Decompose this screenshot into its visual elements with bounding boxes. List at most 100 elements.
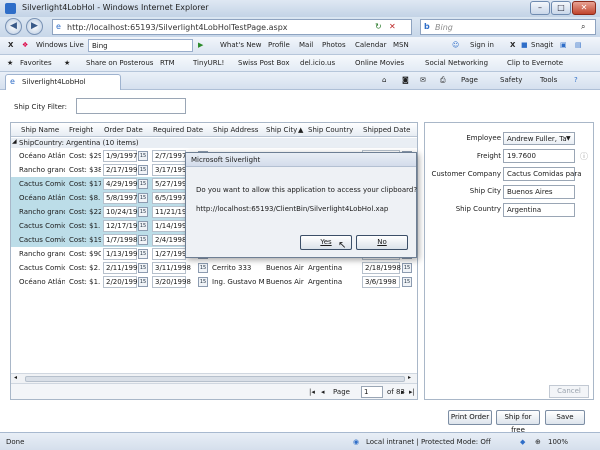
- required-date-picker[interactable]: 3/20/1998: [152, 276, 191, 288]
- table-row[interactable]: Océano Atlán Cost: $1. 2/20/1998 15 3/20/199…: [11, 275, 417, 289]
- page-menu[interactable]: Page: [461, 76, 478, 84]
- fav-share-posterous[interactable]: Share on Posterous: [86, 59, 153, 67]
- close-button[interactable]: ✕: [572, 1, 596, 15]
- calendar-icon[interactable]: 15: [138, 235, 148, 245]
- order-date-picker[interactable]: 1/9/1997: [103, 150, 137, 162]
- order-date-picker[interactable]: 1/7/1998: [103, 234, 137, 246]
- calendar-icon[interactable]: 15: [138, 221, 148, 231]
- snagit-capture-icon[interactable]: ▣: [560, 41, 567, 49]
- cell-freight[interactable]: Cost: $2.: [69, 264, 101, 272]
- home-icon[interactable]: ⌂: [382, 76, 386, 84]
- cell-ship-name[interactable]: Rancho granc: [19, 250, 65, 258]
- cell-ship-name[interactable]: Cactus Comic: [19, 180, 65, 188]
- favorites-button[interactable]: Favorites: [20, 59, 52, 67]
- required-date-picker[interactable]: 1/14/1998: [152, 220, 191, 232]
- table-row[interactable]: Cactus Comic Cost: $2. 2/11/1998 15 3/11/199…: [11, 261, 417, 275]
- snagit-close-icon[interactable]: X: [510, 41, 515, 49]
- group-header[interactable]: ◢ ShipCountry: Argentina (10 items): [11, 138, 417, 148]
- order-date-picker[interactable]: 12/17/1997: [103, 220, 146, 232]
- tab-silverlight4lobhol[interactable]: e Silverlight4LobHol: [5, 74, 121, 90]
- cell-ship-name[interactable]: Cactus Comic: [19, 236, 65, 244]
- prev-page-icon[interactable]: ◂: [321, 388, 325, 396]
- col-freight[interactable]: Freight: [69, 126, 93, 134]
- toolbar-msn[interactable]: MSN: [393, 41, 409, 49]
- first-page-icon[interactable]: |◂: [309, 388, 315, 396]
- save-button[interactable]: Save: [545, 410, 585, 425]
- col-shipped-date[interactable]: Shipped Date: [363, 126, 410, 134]
- cell-freight[interactable]: Cost: $1.: [69, 278, 101, 286]
- fav-swiss-post-box[interactable]: Swiss Post Box: [238, 59, 290, 67]
- search-icon[interactable]: ⌕: [581, 22, 585, 32]
- cell-freight[interactable]: Cost: $17: [69, 180, 101, 188]
- calendar-icon[interactable]: 15: [138, 277, 148, 287]
- refresh-icon[interactable]: ↻: [375, 22, 382, 31]
- required-date-picker[interactable]: 2/7/1997: [152, 150, 186, 162]
- order-date-picker[interactable]: 10/24/1997: [103, 206, 146, 218]
- freight-field[interactable]: 19.7600: [503, 149, 575, 163]
- required-date-picker[interactable]: 5/27/1998: [152, 178, 191, 190]
- required-date-picker[interactable]: 3/17/1998: [152, 164, 191, 176]
- scroll-left-icon[interactable]: ◂: [14, 374, 17, 381]
- toolbar-search-go-icon[interactable]: ▶: [198, 41, 203, 49]
- cell-ship-name[interactable]: Cactus Comic: [19, 222, 65, 230]
- cell-ship-name[interactable]: Océano Atlán: [19, 152, 65, 160]
- customer-company-field[interactable]: Cactus Comidas para: [503, 167, 582, 181]
- shipped-date-picker[interactable]: 2/18/1998: [362, 262, 401, 274]
- maximize-button[interactable]: □: [551, 1, 571, 15]
- windows-live-label[interactable]: Windows Live: [36, 41, 84, 49]
- ship-city-field[interactable]: Buenos Aires: [503, 185, 575, 199]
- scroll-right-icon[interactable]: ▸: [408, 374, 411, 381]
- required-date-picker[interactable]: 1/27/1998: [152, 248, 191, 260]
- calendar-icon[interactable]: 15: [198, 263, 208, 273]
- col-ship-name[interactable]: Ship Name: [21, 126, 59, 134]
- print-order-button[interactable]: Print Order: [448, 410, 492, 425]
- cell-ship-country[interactable]: Argentina: [308, 278, 360, 286]
- fav-delicious[interactable]: del.icio.us: [300, 59, 335, 67]
- cell-freight[interactable]: Cost: $1.: [69, 222, 101, 230]
- order-date-picker[interactable]: 1/13/1998: [103, 248, 142, 260]
- toolbar-close-icon[interactable]: X: [8, 41, 13, 49]
- fav-rtm[interactable]: RTM: [160, 59, 175, 67]
- calendar-icon[interactable]: 15: [138, 179, 148, 189]
- calendar-icon[interactable]: 15: [138, 193, 148, 203]
- calendar-icon[interactable]: 15: [138, 165, 148, 175]
- forward-icon[interactable]: ▶: [26, 18, 43, 35]
- calendar-icon[interactable]: 15: [402, 277, 412, 287]
- cell-ship-city[interactable]: Buenos Air: [266, 264, 306, 272]
- fav-social-networking[interactable]: Social Networking: [425, 59, 488, 67]
- cell-ship-country[interactable]: Argentina: [308, 264, 360, 272]
- cell-ship-address[interactable]: Ing. Gustavo M: [212, 278, 264, 286]
- order-date-picker[interactable]: 5/8/1997: [103, 192, 137, 204]
- ship-for-free-button[interactable]: Ship for free: [496, 410, 540, 434]
- cell-ship-name[interactable]: Rancho granc: [19, 166, 65, 174]
- minimize-button[interactable]: –: [530, 1, 550, 15]
- col-ship-address[interactable]: Ship Address: [213, 126, 258, 134]
- order-date-picker[interactable]: 2/11/1998: [103, 262, 142, 274]
- cell-freight[interactable]: Cost: $90: [69, 250, 101, 258]
- cell-freight[interactable]: Cost: $22: [69, 208, 101, 216]
- last-page-icon[interactable]: ▸|: [409, 388, 415, 396]
- required-date-picker[interactable]: 6/5/1997: [152, 192, 186, 204]
- calendar-icon[interactable]: 15: [138, 207, 148, 217]
- col-ship-country[interactable]: Ship Country: [308, 126, 353, 134]
- ship-country-field[interactable]: Argentina: [503, 203, 575, 217]
- toolbar-mail[interactable]: Mail: [299, 41, 313, 49]
- shipped-date-picker[interactable]: 3/6/1998: [362, 276, 400, 288]
- toolbar-calendar[interactable]: Calendar: [355, 41, 386, 49]
- add-favorites-icon[interactable]: ★: [64, 59, 70, 67]
- cell-freight[interactable]: Cost: $38: [69, 166, 101, 174]
- snagit-editor-icon[interactable]: ▤: [575, 41, 582, 49]
- stop-icon[interactable]: ✕: [389, 22, 396, 31]
- fav-online-movies[interactable]: Online Movies: [355, 59, 404, 67]
- calendar-icon[interactable]: 15: [138, 263, 148, 273]
- safety-menu[interactable]: Safety: [500, 76, 522, 84]
- back-icon[interactable]: ◀: [5, 18, 22, 35]
- calendar-icon[interactable]: 15: [138, 151, 148, 161]
- col-order-date[interactable]: Order Date: [104, 126, 143, 134]
- tools-menu[interactable]: Tools: [540, 76, 557, 84]
- security-zone[interactable]: Local intranet | Protected Mode: Off: [366, 438, 491, 446]
- calendar-icon[interactable]: 15: [198, 277, 208, 287]
- address-bar[interactable]: e http://localhost:65193/Silverlight4Lob…: [52, 19, 412, 35]
- print-icon[interactable]: ⎙: [440, 76, 446, 85]
- order-date-picker[interactable]: 4/29/1998: [103, 178, 142, 190]
